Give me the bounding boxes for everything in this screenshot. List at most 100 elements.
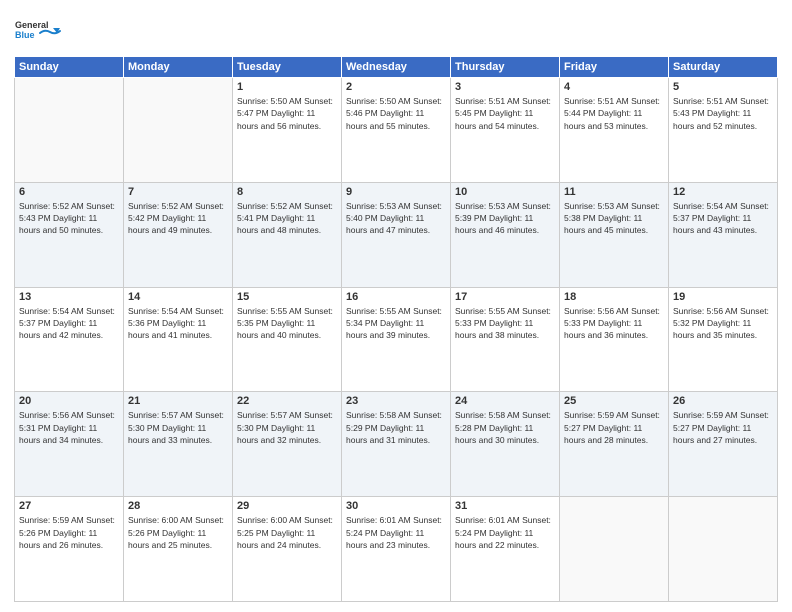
day-info: Sunrise: 5:59 AM Sunset: 5:26 PM Dayligh… [19,514,119,551]
calendar-cell: 18 Sunrise: 5:56 AM Sunset: 5:33 PM Dayli… [560,287,669,392]
day-info: Sunrise: 5:53 AM Sunset: 5:38 PM Dayligh… [564,200,664,237]
day-number: 31 [455,500,555,512]
calendar-cell: 25 Sunrise: 5:59 AM Sunset: 5:27 PM Dayli… [560,392,669,497]
day-number: 17 [455,291,555,303]
svg-text:Blue: Blue [15,30,35,40]
day-number: 2 [346,81,446,93]
day-info: Sunrise: 5:58 AM Sunset: 5:28 PM Dayligh… [455,409,555,446]
day-info: Sunrise: 5:53 AM Sunset: 5:39 PM Dayligh… [455,200,555,237]
calendar-cell: 2Sunrise: 5:50 AM Sunset: 5:46 PM Daylig… [342,78,451,183]
day-number: 7 [128,186,228,198]
calendar-cell: 14 Sunrise: 5:54 AM Sunset: 5:36 PM Dayli… [124,287,233,392]
day-number: 12 [673,186,773,198]
svg-text:General: General [15,20,49,30]
day-info: Sunrise: 5:54 AM Sunset: 5:36 PM Dayligh… [128,305,228,342]
calendar-cell: 1 Sunrise: 5:50 AM Sunset: 5:47 PM Daylig… [233,78,342,183]
day-info: Sunrise: 5:56 AM Sunset: 5:31 PM Dayligh… [19,409,119,446]
calendar-cell: 20 Sunrise: 5:56 AM Sunset: 5:31 PM Dayli… [15,392,124,497]
calendar-cell: 8 Sunrise: 5:52 AM Sunset: 5:41 PM Daylig… [233,182,342,287]
calendar-cell: 19Sunrise: 5:56 AM Sunset: 5:32 PM Dayli… [669,287,778,392]
calendar-week-row: 20 Sunrise: 5:56 AM Sunset: 5:31 PM Dayli… [15,392,778,497]
day-info: Sunrise: 5:56 AM Sunset: 5:33 PM Dayligh… [564,305,664,342]
calendar-cell: 11 Sunrise: 5:53 AM Sunset: 5:38 PM Dayli… [560,182,669,287]
day-info: Sunrise: 6:01 AM Sunset: 5:24 PM Dayligh… [346,514,446,551]
day-info: Sunrise: 5:59 AM Sunset: 5:27 PM Dayligh… [673,409,773,446]
day-number: 20 [19,395,119,407]
calendar-cell: 9Sunrise: 5:53 AM Sunset: 5:40 PM Daylig… [342,182,451,287]
day-number: 8 [237,186,337,198]
calendar-cell: 24Sunrise: 5:58 AM Sunset: 5:28 PM Dayli… [451,392,560,497]
calendar-cell: 22 Sunrise: 5:57 AM Sunset: 5:30 PM Dayli… [233,392,342,497]
calendar-cell: 13 Sunrise: 5:54 AM Sunset: 5:37 PM Dayli… [15,287,124,392]
day-info: Sunrise: 6:00 AM Sunset: 5:25 PM Dayligh… [237,514,337,551]
day-number: 1 [237,81,337,93]
day-number: 25 [564,395,664,407]
calendar-cell: 30Sunrise: 6:01 AM Sunset: 5:24 PM Dayli… [342,497,451,602]
day-info: Sunrise: 5:55 AM Sunset: 5:35 PM Dayligh… [237,305,337,342]
calendar-cell [560,497,669,602]
calendar-cell: 23 Sunrise: 5:58 AM Sunset: 5:29 PM Dayli… [342,392,451,497]
day-info: Sunrise: 5:58 AM Sunset: 5:29 PM Dayligh… [346,409,446,446]
page: General Blue SundayMondayTuesdayWednesda… [0,0,792,612]
header: General Blue [14,10,778,50]
day-number: 13 [19,291,119,303]
day-info: Sunrise: 5:57 AM Sunset: 5:30 PM Dayligh… [237,409,337,446]
day-number: 5 [673,81,773,93]
day-number: 26 [673,395,773,407]
day-info: Sunrise: 5:57 AM Sunset: 5:30 PM Dayligh… [128,409,228,446]
day-info: Sunrise: 5:59 AM Sunset: 5:27 PM Dayligh… [564,409,664,446]
calendar-week-row: 1 Sunrise: 5:50 AM Sunset: 5:47 PM Daylig… [15,78,778,183]
day-number: 3 [455,81,555,93]
calendar-cell: 28Sunrise: 6:00 AM Sunset: 5:26 PM Dayli… [124,497,233,602]
day-info: Sunrise: 5:55 AM Sunset: 5:34 PM Dayligh… [346,305,446,342]
day-info: Sunrise: 5:52 AM Sunset: 5:41 PM Dayligh… [237,200,337,237]
calendar-cell [124,78,233,183]
calendar-cell: 26 Sunrise: 5:59 AM Sunset: 5:27 PM Dayli… [669,392,778,497]
calendar-cell: 15 Sunrise: 5:55 AM Sunset: 5:35 PM Dayli… [233,287,342,392]
day-info: Sunrise: 5:56 AM Sunset: 5:32 PM Dayligh… [673,305,773,342]
calendar-cell: 3 Sunrise: 5:51 AM Sunset: 5:45 PM Daylig… [451,78,560,183]
weekday-header: Wednesday [342,57,451,78]
calendar-cell: 7Sunrise: 5:52 AM Sunset: 5:42 PM Daylig… [124,182,233,287]
calendar-cell: 16 Sunrise: 5:55 AM Sunset: 5:34 PM Dayli… [342,287,451,392]
day-number: 15 [237,291,337,303]
day-number: 23 [346,395,446,407]
calendar-cell: 12 Sunrise: 5:54 AM Sunset: 5:37 PM Dayli… [669,182,778,287]
calendar-cell: 17 Sunrise: 5:55 AM Sunset: 5:33 PM Dayli… [451,287,560,392]
day-number: 16 [346,291,446,303]
day-info: Sunrise: 6:01 AM Sunset: 5:24 PM Dayligh… [455,514,555,551]
day-info: Sunrise: 5:52 AM Sunset: 5:43 PM Dayligh… [19,200,119,237]
day-info: Sunrise: 5:54 AM Sunset: 5:37 PM Dayligh… [19,305,119,342]
calendar-header-row: SundayMondayTuesdayWednesdayThursdayFrid… [15,57,778,78]
day-number: 18 [564,291,664,303]
logo: General Blue [14,10,64,50]
day-number: 29 [237,500,337,512]
calendar-week-row: 6 Sunrise: 5:52 AM Sunset: 5:43 PM Daylig… [15,182,778,287]
day-number: 4 [564,81,664,93]
calendar-table: SundayMondayTuesdayWednesdayThursdayFrid… [14,56,778,602]
calendar-week-row: 13 Sunrise: 5:54 AM Sunset: 5:37 PM Dayli… [15,287,778,392]
day-number: 6 [19,186,119,198]
day-number: 10 [455,186,555,198]
day-info: Sunrise: 5:55 AM Sunset: 5:33 PM Dayligh… [455,305,555,342]
day-number: 14 [128,291,228,303]
weekday-header: Monday [124,57,233,78]
weekday-header: Sunday [15,57,124,78]
day-info: Sunrise: 5:51 AM Sunset: 5:45 PM Dayligh… [455,95,555,132]
weekday-header: Friday [560,57,669,78]
calendar-cell [15,78,124,183]
day-number: 22 [237,395,337,407]
calendar-cell: 4Sunrise: 5:51 AM Sunset: 5:44 PM Daylig… [560,78,669,183]
day-number: 21 [128,395,228,407]
day-info: Sunrise: 5:54 AM Sunset: 5:37 PM Dayligh… [673,200,773,237]
day-number: 28 [128,500,228,512]
day-number: 9 [346,186,446,198]
weekday-header: Tuesday [233,57,342,78]
weekday-header: Saturday [669,57,778,78]
day-info: Sunrise: 5:50 AM Sunset: 5:47 PM Dayligh… [237,95,337,132]
calendar-cell: 5Sunrise: 5:51 AM Sunset: 5:43 PM Daylig… [669,78,778,183]
day-number: 11 [564,186,664,198]
calendar-cell: 31 Sunrise: 6:01 AM Sunset: 5:24 PM Dayli… [451,497,560,602]
calendar-cell: 21 Sunrise: 5:57 AM Sunset: 5:30 PM Dayli… [124,392,233,497]
calendar-cell: 29 Sunrise: 6:00 AM Sunset: 5:25 PM Dayli… [233,497,342,602]
